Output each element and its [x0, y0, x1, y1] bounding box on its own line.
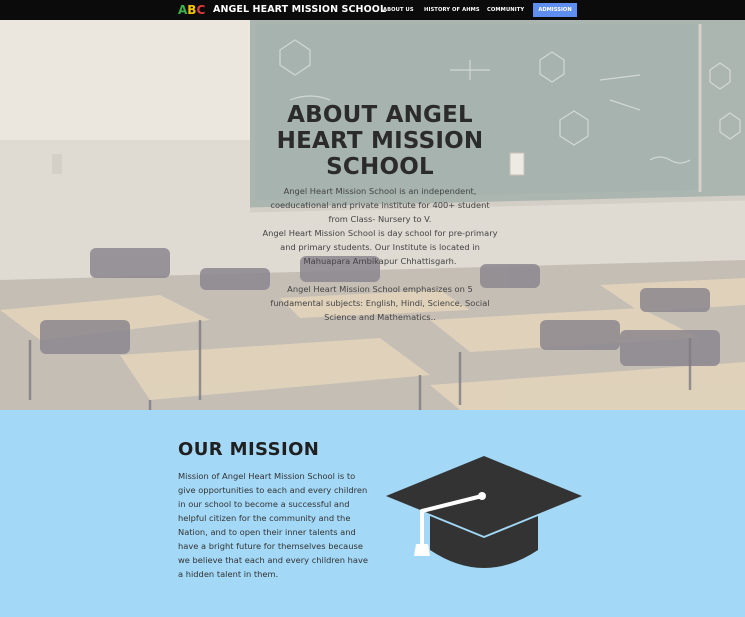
mission-section: OUR MISSION Mission of Angel Heart Missi… [0, 410, 745, 617]
nav-admission-button[interactable]: ADMISSION [533, 3, 577, 17]
about-paragraph-1: Angel Heart Mission School is an indepen… [270, 186, 490, 224]
about-paragraph-3: Angel Heart Mission School emphasizes on… [270, 284, 490, 322]
about-description: Angel Heart Mission School is an indepen… [262, 184, 498, 324]
nav-about-us[interactable]: ABOUT US [383, 7, 414, 13]
logo-letter-b: B [187, 3, 197, 17]
about-title: ABOUT ANGEL HEART MISSION SCHOOL [276, 102, 484, 180]
graduation-cap-icon [386, 456, 582, 568]
brand-name[interactable]: ANGEL HEART MISSION SCHOOL [213, 4, 386, 15]
abc-logo[interactable]: A B C [178, 3, 210, 18]
mission-description: Mission of Angel Heart Mission School is… [178, 471, 369, 579]
hero-section: ABOUT ANGEL HEART MISSION SCHOOL Angel H… [0, 20, 745, 410]
logo-letter-c: C [196, 3, 206, 17]
mission-title: OUR MISSION [178, 439, 320, 460]
nav-history[interactable]: HISTORY OF AHMS [424, 7, 480, 13]
about-paragraph-2: Angel Heart Mission School is day school… [262, 228, 498, 266]
nav-community[interactable]: COMMUNITY [487, 7, 524, 13]
logo-letter-a: A [178, 3, 188, 17]
top-navbar: A B C ANGEL HEART MISSION SCHOOL ABOUT U… [0, 0, 745, 20]
